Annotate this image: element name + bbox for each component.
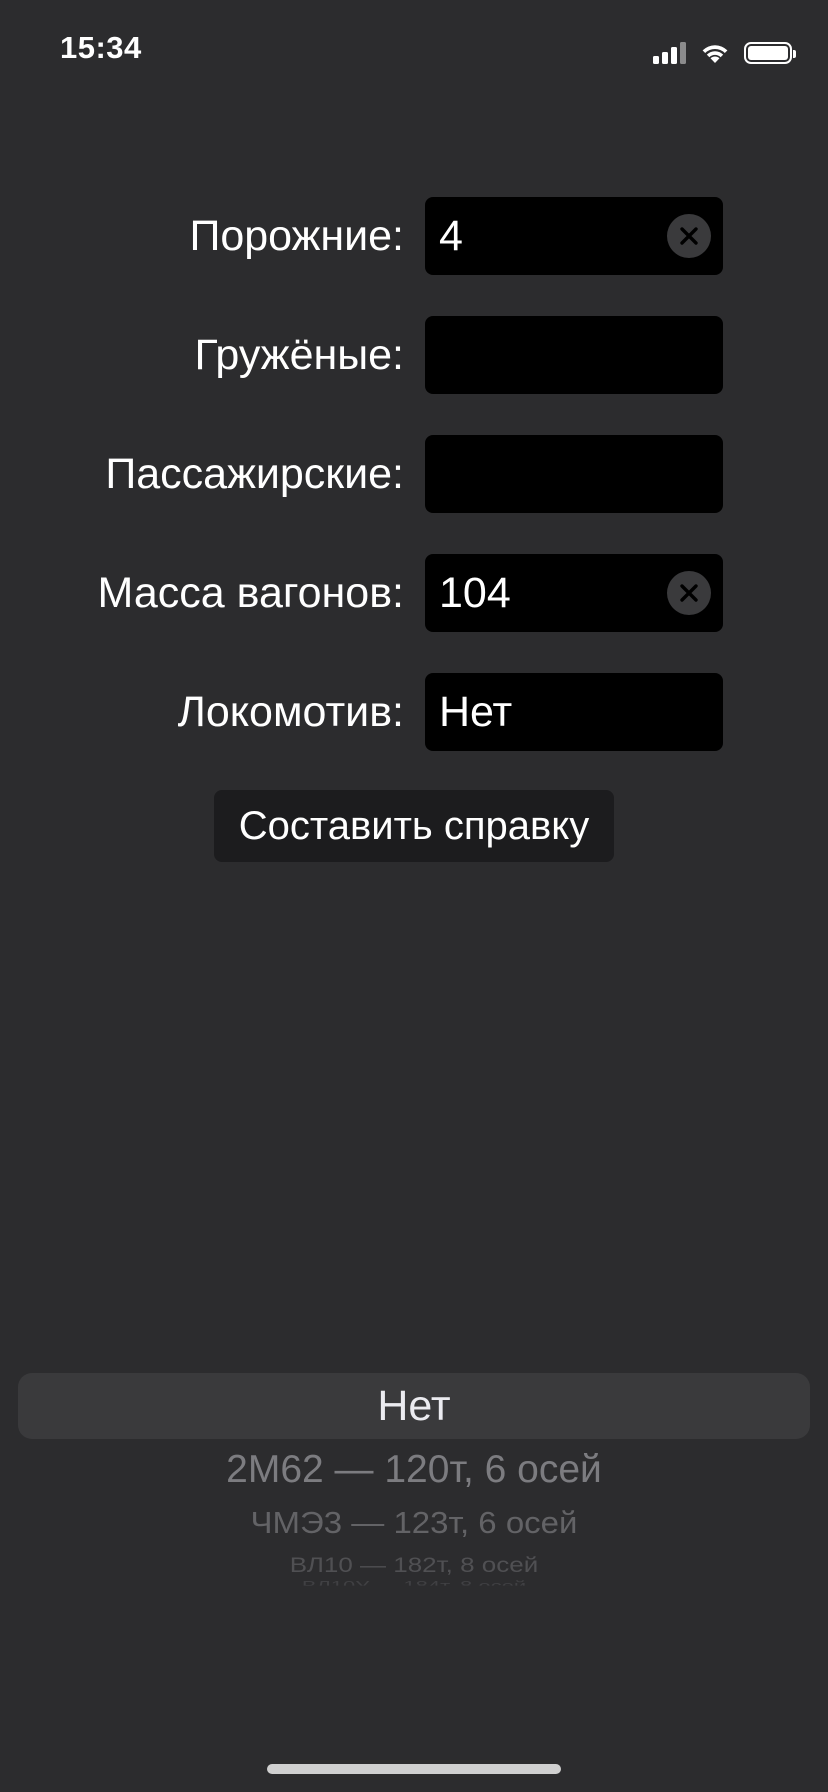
form-row-empty: Порожние: 4 (0, 197, 828, 275)
form-row-loaded: Гружёные: (0, 316, 828, 394)
passenger-wagons-field[interactable] (425, 435, 723, 513)
form-row-locomotive: Локомотив: Нет (0, 673, 828, 751)
passenger-wagons-label: Пассажирские: (105, 450, 404, 498)
picker-option[interactable]: ЧМЭ3 — 123т, 6 осей (0, 1506, 828, 1541)
status-bar: 15:34 (0, 0, 828, 100)
empty-wagons-field[interactable]: 4 (425, 197, 723, 275)
loaded-wagons-label: Гружёные: (194, 331, 404, 379)
empty-wagons-label: Порожние: (189, 212, 404, 260)
empty-wagons-value: 4 (439, 212, 463, 260)
picker-option[interactable]: 2М62 — 120т, 6 осей (0, 1448, 828, 1492)
status-icons (653, 36, 796, 64)
battery-icon (744, 42, 796, 64)
wagon-mass-value: 104 (439, 569, 511, 617)
clear-icon[interactable] (667, 214, 711, 258)
status-time: 15:34 (60, 30, 142, 65)
wifi-icon (702, 45, 728, 63)
loaded-wagons-field[interactable] (425, 316, 723, 394)
picker-selected-option[interactable]: Нет (0, 1373, 828, 1439)
home-indicator[interactable] (267, 1764, 561, 1774)
cellular-signal-icon (653, 42, 686, 64)
form-row-mass: Масса вагонов: 104 (0, 554, 828, 632)
picker-option[interactable]: ВЛ10 — 182т, 8 осей (0, 1553, 828, 1577)
locomotive-picker[interactable]: Нет 2М62 — 120т, 6 осей ЧМЭ3 — 123т, 6 о… (0, 1360, 828, 1600)
wagon-mass-label: Масса вагонов: (97, 569, 404, 617)
locomotive-field[interactable]: Нет (425, 673, 723, 751)
picker-option[interactable]: ВЛ10У — 184т, 8 осей (0, 1578, 828, 1585)
locomotive-value: Нет (439, 688, 513, 736)
form-row-passenger: Пассажирские: (0, 435, 828, 513)
clear-icon[interactable] (667, 571, 711, 615)
compose-report-button[interactable]: Составить справку (214, 790, 614, 862)
wagon-mass-field[interactable]: 104 (425, 554, 723, 632)
locomotive-label: Локомотив: (177, 688, 404, 736)
